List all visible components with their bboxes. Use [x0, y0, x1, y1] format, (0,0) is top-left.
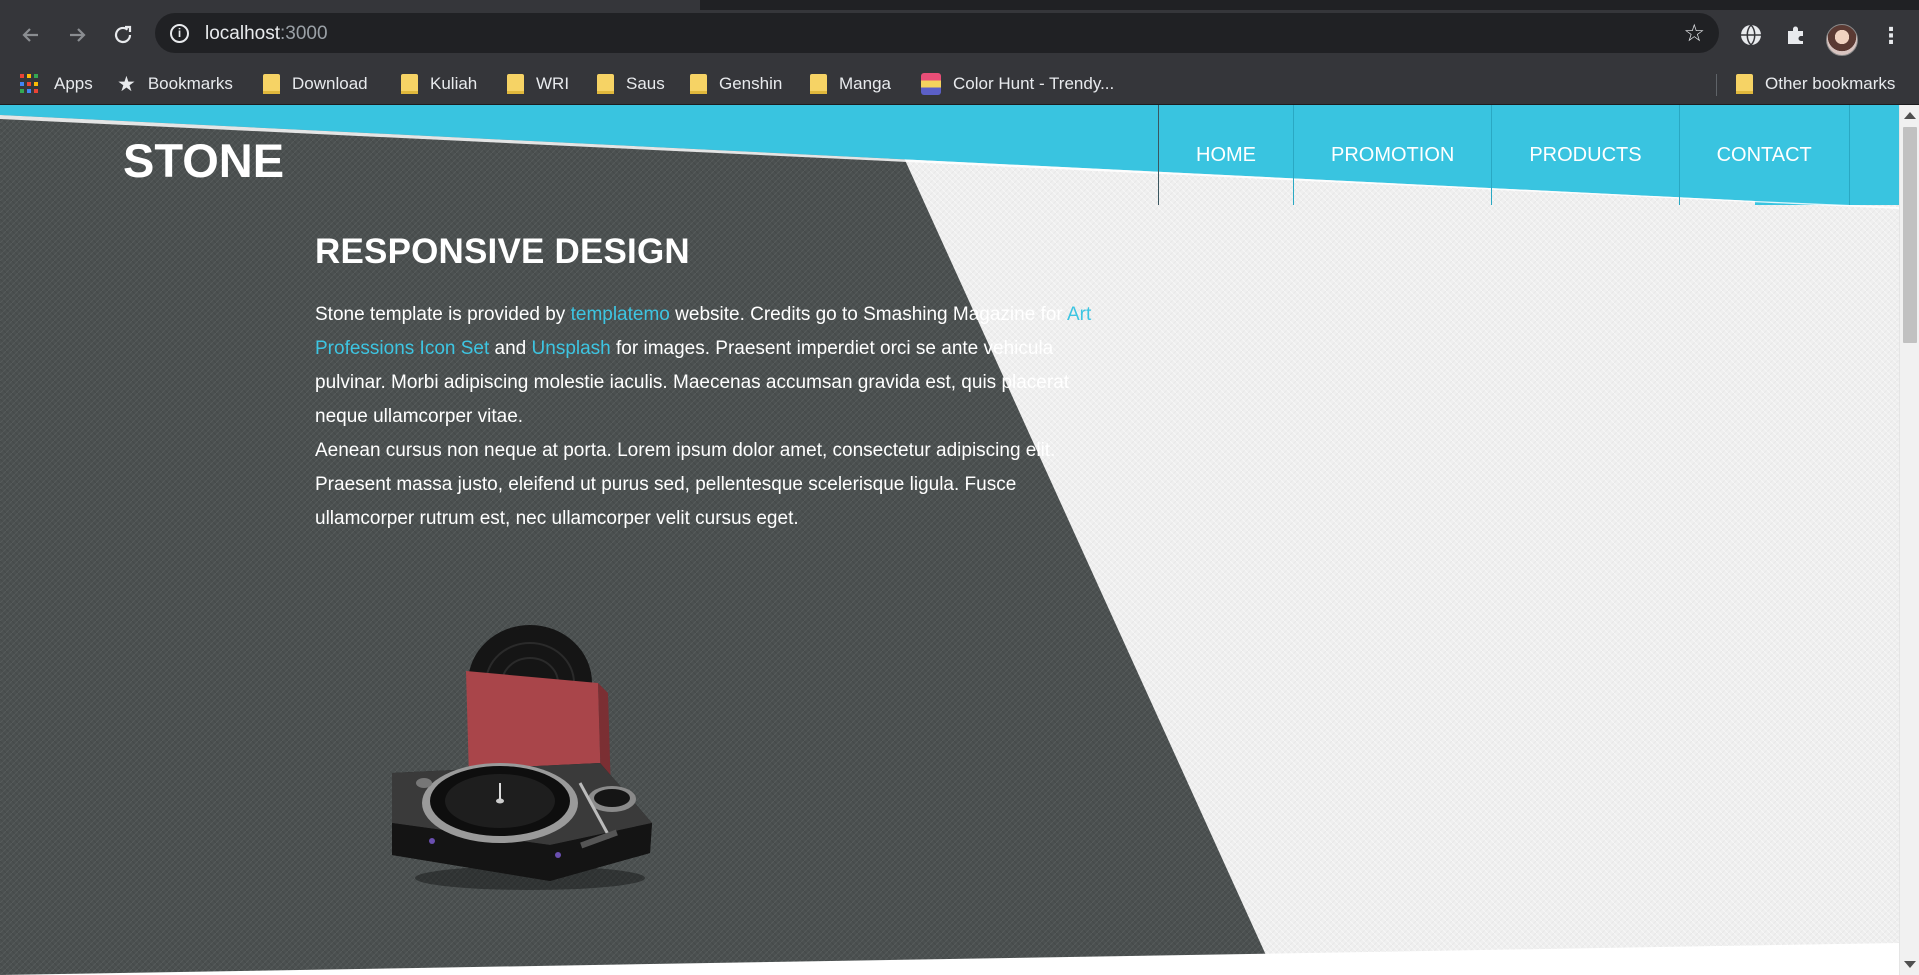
nav-label: CONTACT — [1716, 143, 1812, 166]
url-host: localhost — [205, 23, 280, 44]
address-url[interactable]: localhost:3000 — [205, 23, 328, 45]
bookmarks-bar: Apps ★ Bookmarks Download Kuliah WRI Sau… — [0, 62, 1919, 105]
back-arrow-icon — [22, 28, 38, 42]
reload-icon — [114, 25, 132, 44]
folder-icon — [690, 74, 707, 94]
bookmark-label: Saus — [626, 74, 665, 93]
page-scrollbar[interactable] — [1899, 105, 1919, 975]
text-span: website. Credits go to Smashing Magazine… — [669, 304, 1067, 325]
nav-contact[interactable]: CONTACT — [1678, 105, 1850, 205]
bookmark-star-icon[interactable]: ☆ — [1683, 19, 1705, 48]
bookmark-label: Manga — [839, 74, 891, 93]
extensions-puzzle-icon[interactable] — [1780, 19, 1812, 51]
site-logo[interactable]: STONE — [123, 133, 284, 188]
bookmark-manga[interactable]: Manga — [810, 71, 891, 97]
page-viewport: STONE HOME PROMOTION PRODUCTS CONTACT RE… — [0, 105, 1899, 975]
browser-toolbar: i localhost:3000 ☆ ⋮ — [0, 10, 1919, 62]
bookmark-label: Color Hunt - Trendy... — [953, 74, 1115, 93]
second-paragraph: Aenean cursus non neque at porta. Lorem … — [315, 440, 1056, 529]
folder-icon — [810, 74, 827, 94]
intro-paragraph: Stone template is provided by templatemo… — [315, 298, 1115, 434]
scroll-up-arrow-icon[interactable] — [1904, 112, 1916, 119]
forward-button[interactable] — [60, 18, 94, 52]
bookmark-bookmarks[interactable]: ★ Bookmarks — [117, 71, 233, 97]
bookmark-wri[interactable]: WRI — [507, 71, 569, 97]
address-bar[interactable]: i localhost:3000 ☆ — [155, 13, 1719, 53]
apps-grid-icon — [20, 74, 40, 94]
profile-avatar[interactable] — [1826, 24, 1858, 56]
unsplash-link[interactable]: Unsplash — [532, 338, 611, 359]
bookmark-apps[interactable]: Apps — [20, 71, 93, 97]
active-tab[interactable] — [0, 0, 700, 10]
bookmark-genshin[interactable]: Genshin — [690, 71, 782, 97]
nav-promotion[interactable]: PROMOTION — [1293, 105, 1491, 205]
folder-icon — [597, 74, 614, 94]
bookmarks-divider — [1716, 74, 1717, 96]
bookmark-label: Other bookmarks — [1765, 74, 1896, 93]
text-span: Stone template is provided by — [315, 304, 571, 325]
bookmark-saus[interactable]: Saus — [597, 71, 665, 97]
back-button[interactable] — [14, 18, 48, 52]
templatemo-link[interactable]: templatemo — [571, 304, 670, 325]
folder-icon — [1736, 74, 1753, 94]
nav-products[interactable]: PRODUCTS — [1491, 105, 1678, 205]
bookmark-kuliah[interactable]: Kuliah — [401, 71, 477, 97]
bookmark-download[interactable]: Download — [263, 71, 368, 97]
forward-arrow-icon — [70, 28, 86, 42]
intro-section: RESPONSIVE DESIGN Stone template is prov… — [315, 232, 1115, 536]
star-icon: ★ — [117, 72, 136, 96]
text-span: and — [489, 338, 532, 359]
nav-label: PRODUCTS — [1529, 143, 1642, 166]
section-heading: RESPONSIVE DESIGN — [315, 232, 690, 271]
nav-home[interactable]: HOME — [1158, 105, 1293, 205]
bookmark-label: Genshin — [719, 74, 783, 93]
folder-icon — [401, 74, 418, 94]
browser-menu-icon[interactable]: ⋮ — [1880, 22, 1902, 54]
other-bookmarks[interactable]: Other bookmarks — [1736, 71, 1895, 97]
turntable-image — [392, 625, 652, 890]
url-port: :3000 — [280, 23, 328, 44]
main-navigation: HOME PROMOTION PRODUCTS CONTACT — [1158, 105, 1850, 205]
browser-tab-strip — [0, 0, 1919, 10]
bookmark-color-hunt[interactable]: Color Hunt - Trendy... — [921, 71, 1114, 97]
bookmark-label: Kuliah — [430, 74, 478, 93]
folder-icon — [507, 74, 524, 94]
nav-label: PROMOTION — [1331, 143, 1455, 166]
bookmark-label: WRI — [536, 74, 570, 93]
scrollbar-thumb[interactable] — [1903, 127, 1917, 343]
bookmark-label: Bookmarks — [147, 74, 233, 93]
folder-icon — [263, 74, 280, 94]
site-info-icon[interactable]: i — [170, 24, 189, 43]
bookmark-label: Apps — [54, 74, 93, 93]
reload-button[interactable] — [106, 18, 140, 52]
color-hunt-icon — [921, 73, 941, 95]
nav-label: HOME — [1196, 143, 1256, 166]
bookmark-label: Download — [292, 74, 368, 93]
translate-icon[interactable] — [1735, 19, 1767, 51]
scroll-down-arrow-icon[interactable] — [1904, 961, 1916, 968]
